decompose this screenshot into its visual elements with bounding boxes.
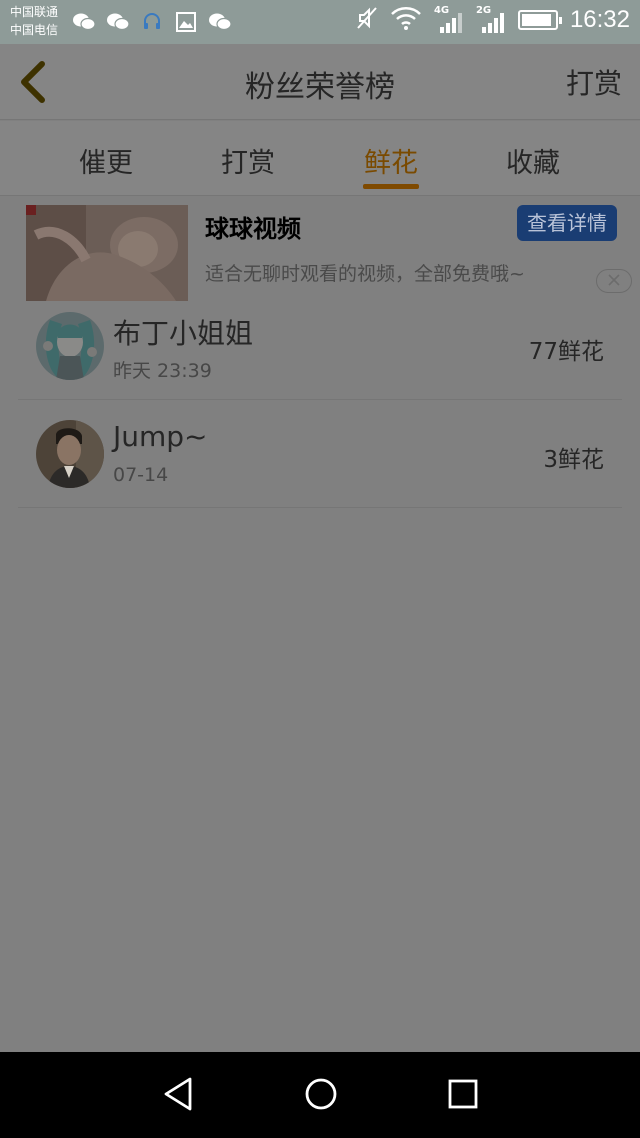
tab-reward[interactable]: 打赏	[188, 141, 308, 180]
recents-square-icon	[447, 1078, 479, 1114]
fan-time: 昨天 23:39	[113, 360, 212, 382]
status-bar: 中国联通 中国电信 4G 2G 16:32	[0, 0, 640, 44]
app-header: 粉丝荣誉榜 打赏	[0, 44, 640, 120]
headset-icon	[140, 10, 164, 34]
avatar[interactable]	[36, 312, 104, 380]
back-triangle-icon	[162, 1077, 194, 1115]
carrier-2: 中国电信	[10, 23, 59, 37]
tab-urge[interactable]: 催更	[46, 141, 166, 180]
wifi-icon	[390, 6, 422, 34]
fan-time: 07-14	[113, 464, 169, 486]
signal-icon: 4G	[434, 5, 464, 33]
clock: 16:32	[569, 6, 630, 33]
fan-name: 布丁小姐姐	[113, 317, 254, 350]
image-icon	[174, 10, 198, 34]
nav-home-button[interactable]	[301, 1076, 341, 1116]
reward-button[interactable]: 打赏	[566, 62, 622, 102]
carrier-labels: 中国联通 中国电信	[10, 3, 58, 39]
system-nav-bar	[0, 1052, 640, 1138]
mute-icon	[356, 6, 378, 34]
list-item[interactable]: 布丁小姐姐 昨天 23:39 77鲜花	[18, 292, 622, 400]
wechat-icon	[72, 10, 96, 34]
view-details-button[interactable]: 查看详情	[517, 205, 617, 241]
nav-recents-button[interactable]	[443, 1076, 483, 1116]
page-title: 粉丝荣誉榜	[245, 70, 395, 105]
status-indicators: 4G 2G 16:32	[356, 5, 630, 34]
signal-icon: 2G	[476, 5, 506, 33]
nav-back-button[interactable]	[158, 1076, 198, 1116]
tab-flowers[interactable]: 鲜花	[331, 141, 451, 180]
battery-icon	[517, 10, 562, 30]
fan-name: Jump~	[113, 420, 208, 453]
list-item[interactable]: Jump~ 07-14 3鲜花	[18, 400, 622, 508]
close-icon	[607, 272, 621, 291]
ad-banner[interactable]: 球球视频 查看详情 适合无聊时观看的视频，全部免费哦~	[0, 197, 640, 305]
wechat-icon	[106, 10, 130, 34]
flower-count: 77鲜花	[528, 339, 604, 365]
ad-description: 适合无聊时观看的视频，全部免费哦~	[205, 263, 525, 285]
tab-favorites[interactable]: 收藏	[473, 141, 593, 180]
ad-thumbnail[interactable]	[26, 205, 188, 301]
wechat-icon	[208, 10, 232, 34]
ad-title: 球球视频	[205, 215, 301, 243]
active-tab-indicator	[363, 184, 419, 189]
carrier-1: 中国联通	[10, 5, 59, 19]
ad-close-button[interactable]	[596, 269, 632, 293]
notification-icons	[72, 10, 232, 34]
home-circle-icon	[304, 1077, 338, 1115]
avatar[interactable]	[36, 420, 104, 488]
flower-count: 3鲜花	[543, 447, 604, 473]
tab-bar: 催更 打赏 鲜花 收藏	[0, 121, 640, 196]
